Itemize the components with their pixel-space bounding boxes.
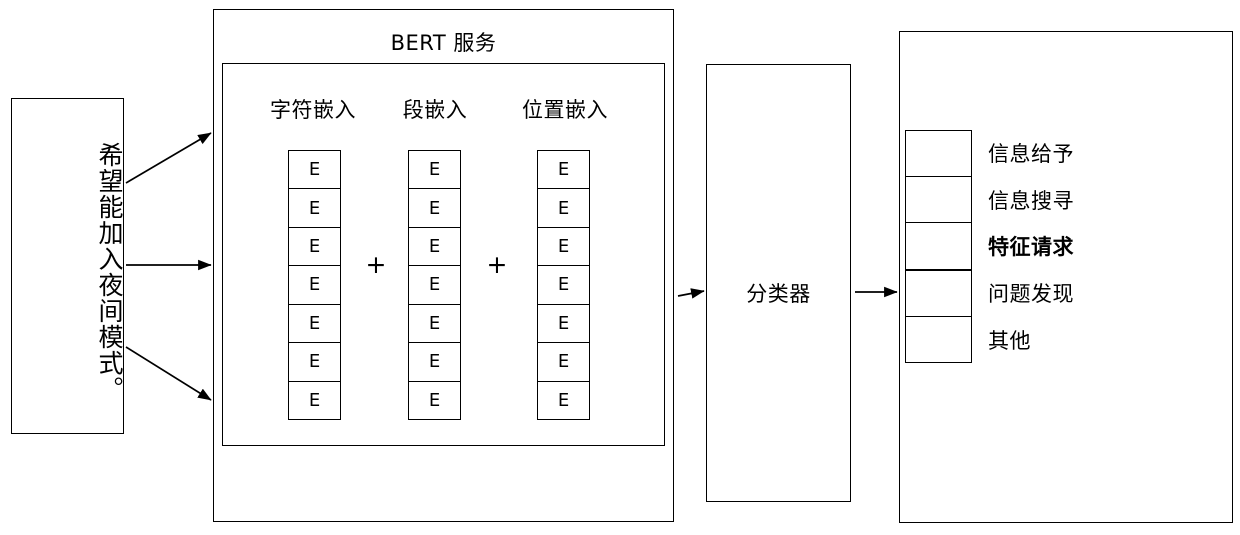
bert-classification-diagram: 希望能加入夜间模式。 BERT 服务 字符嵌入 段嵌入 位置嵌入 E E E E… [0, 0, 1240, 535]
embedding-cell: E [289, 266, 340, 305]
embedding-cell: E [538, 343, 589, 382]
bert-service-title: BERT 服务 [390, 31, 497, 55]
embedding-cell: E [538, 227, 589, 267]
embedding-cell: E [289, 189, 340, 228]
arrow-bert-to-classifier [677, 288, 705, 299]
plus-operator-icon: + [365, 250, 387, 279]
plus-operator-icon: + [486, 250, 508, 279]
output-label-information-giving: 信息给予 [988, 142, 1074, 167]
embedding-cell: E [289, 151, 340, 190]
embedding-cell: E [538, 189, 589, 228]
embedding-cell: E [409, 227, 460, 267]
output-label-problem-discovery: 问题发现 [988, 282, 1074, 307]
embedding-cell: E [538, 381, 589, 419]
embedding-cell: E [289, 343, 340, 382]
embedding-cell: E [409, 381, 460, 419]
input-text-label: 希望能加入夜间模式。 [95, 141, 124, 402]
embedding-cell: E [538, 304, 589, 344]
arrow-input-to-bert-top [125, 132, 212, 184]
arrow-input-to-bert-bottom [125, 346, 212, 401]
embedding-label-position: 位置嵌入 [522, 98, 608, 122]
embedding-cell: E [409, 189, 460, 228]
output-cell [906, 270, 971, 317]
embedding-cell: E [289, 381, 340, 419]
embedding-cell: E [289, 227, 340, 267]
embedding-cell: E [289, 304, 340, 344]
output-cell-selected [906, 223, 971, 271]
embedding-cell: E [409, 343, 460, 382]
embedding-label-token: 字符嵌入 [270, 98, 356, 122]
embedding-column-segment: E E E E E E E [408, 150, 461, 420]
embedding-cell: E [538, 266, 589, 305]
output-label-other: 其他 [988, 328, 1031, 353]
output-label-information-seeking: 信息搜寻 [988, 188, 1074, 213]
input-text-box: 希望能加入夜间模式。 [11, 98, 124, 434]
output-cell [906, 316, 971, 363]
output-cell [906, 177, 971, 224]
output-class-labels: 信息给予 信息搜寻 特征请求 问题发现 其他 [988, 130, 1188, 363]
embedding-cell: E [409, 151, 460, 190]
embedding-label-segment: 段嵌入 [402, 98, 468, 122]
embedding-cell: E [409, 304, 460, 344]
embedding-cell: E [409, 266, 460, 305]
embedding-cell: E [538, 151, 589, 190]
classifier-label: 分类器 [746, 282, 811, 306]
output-cell [906, 131, 971, 178]
embedding-column-position: E E E E E E E [537, 150, 590, 420]
embedding-column-token: E E E E E E E [288, 150, 341, 420]
output-class-cells [905, 130, 972, 363]
output-label-feature-request: 特征请求 [988, 235, 1074, 260]
